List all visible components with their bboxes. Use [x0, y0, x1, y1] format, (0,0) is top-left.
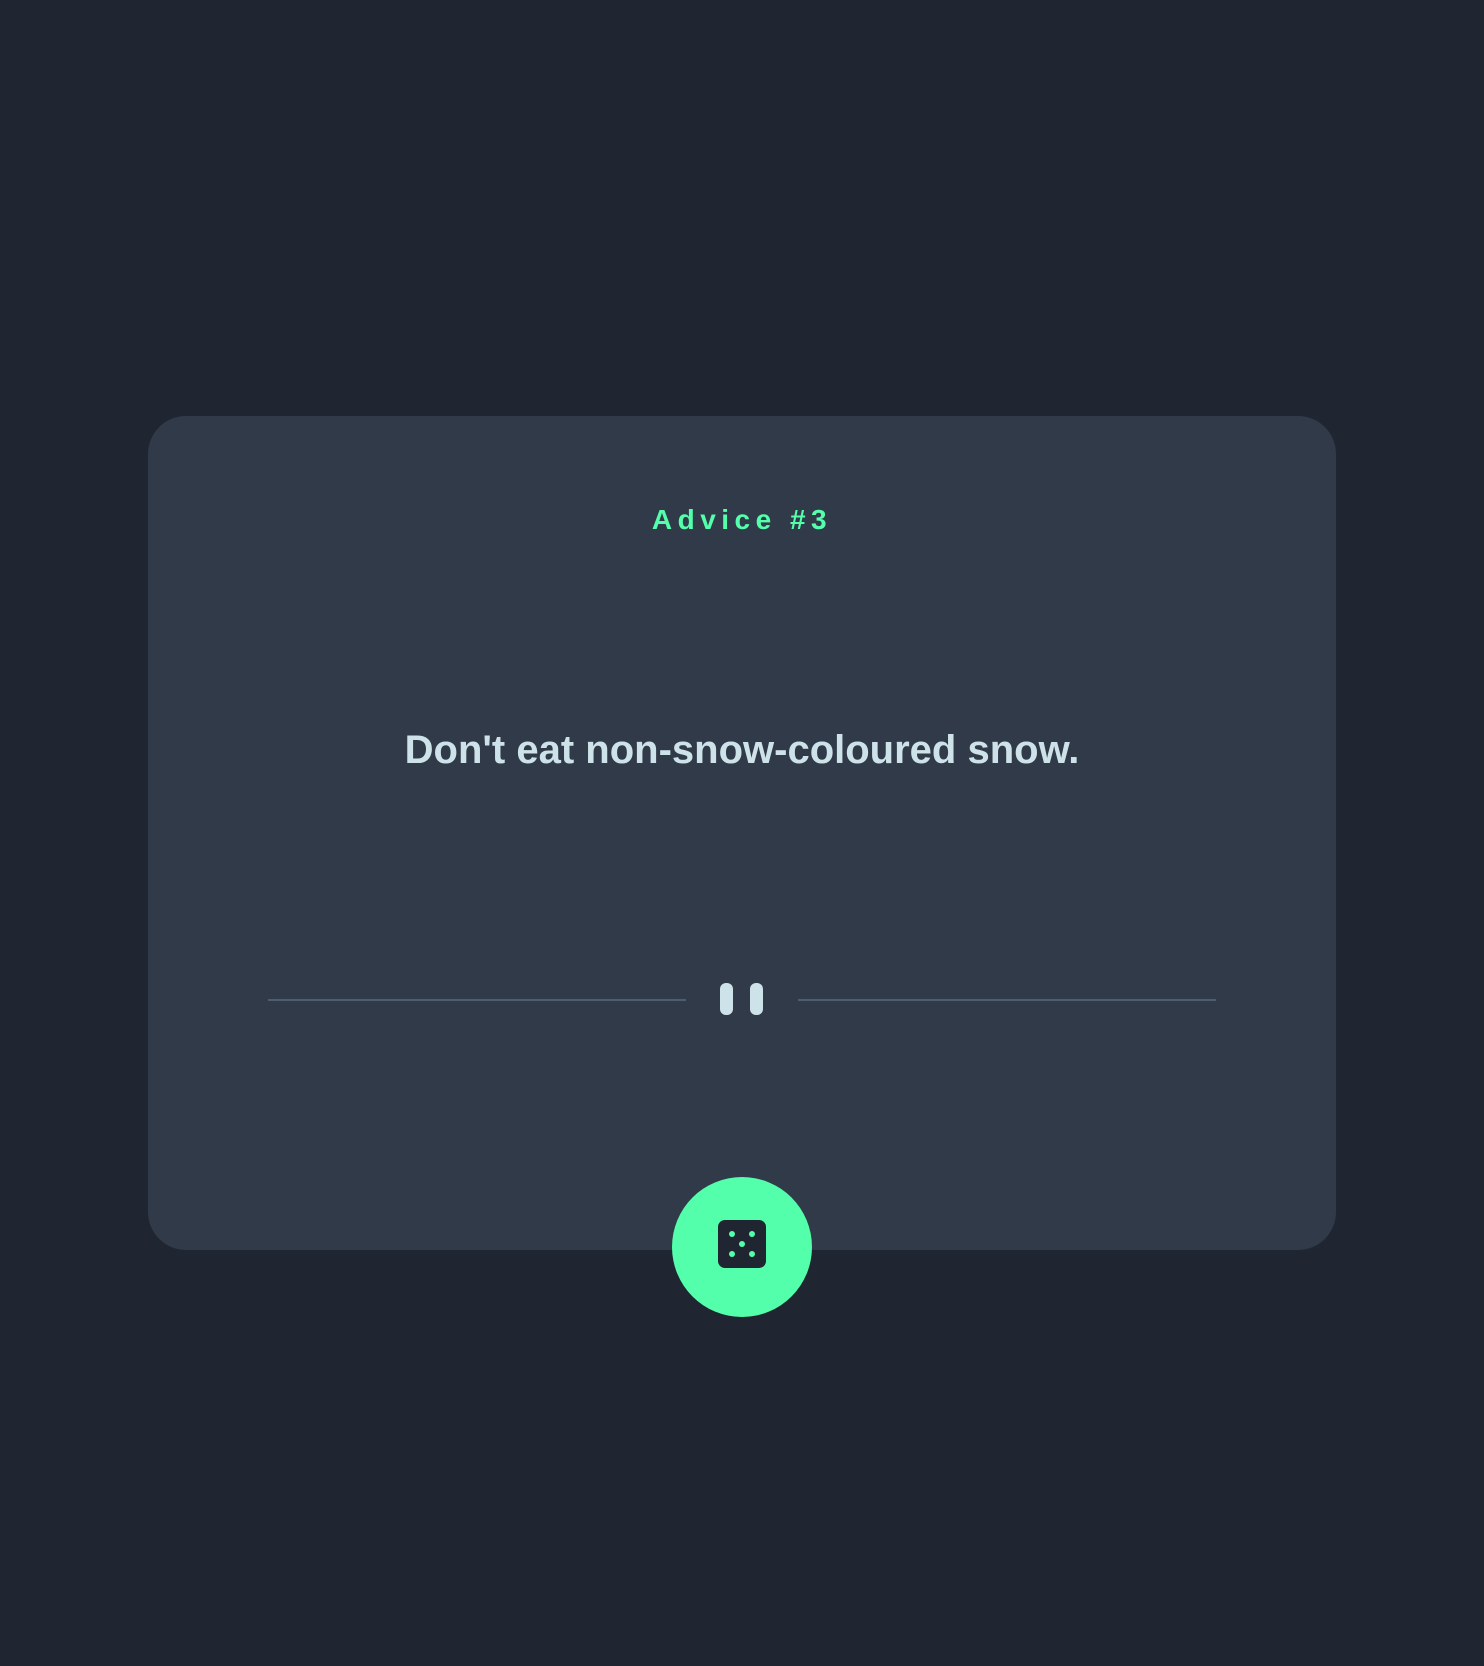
- dice-icon: [718, 1220, 766, 1268]
- divider-line-right: [798, 999, 1216, 1001]
- pattern-divider: [268, 982, 1216, 1018]
- advice-number: Advice #3: [651, 504, 833, 535]
- advice-card: Advice #3 Don't eat non-snow-coloured sn…: [148, 416, 1336, 1250]
- generate-advice-button[interactable]: [672, 1177, 812, 1317]
- pause-icon: [720, 982, 764, 1018]
- advice-quote: Don't eat non-snow-coloured snow.: [404, 728, 1080, 772]
- divider-line-left: [268, 999, 686, 1001]
